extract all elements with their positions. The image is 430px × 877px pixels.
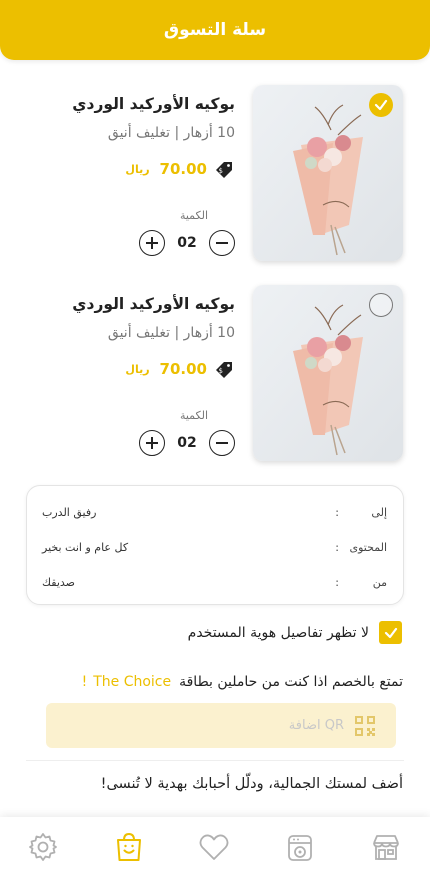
separator: :	[335, 506, 339, 519]
separator: :	[335, 576, 339, 589]
gift-card-label: من	[372, 576, 387, 589]
product-subtitle: 10 أزهار | تغليف أنيق	[107, 325, 235, 341]
item-select-checkbox[interactable]	[369, 93, 393, 117]
gift-card-row-content: المحتوى : كل عام و انت بخير	[27, 541, 403, 561]
product-title: بوكيه الأوركيد الوردي	[72, 95, 235, 113]
currency-label: ريال	[125, 162, 150, 176]
store-icon	[373, 835, 399, 860]
promo-brand: The Choice	[93, 674, 172, 690]
promo-exclamation: !	[81, 674, 88, 690]
price-row: $ 70.00 ريال	[125, 359, 235, 379]
quantity-label: الكمية	[179, 409, 208, 422]
gear-icon	[29, 833, 57, 861]
discount-promo: تمتع بالخصم اذا كنت من حاملين بطاقة The C…	[82, 674, 403, 690]
quantity-label: الكمية	[179, 209, 208, 222]
product-title: بوكيه الأوركيد الوردي	[72, 295, 235, 313]
gift-card-row-to: إلى : رفيق الدرب	[27, 506, 403, 526]
nav-cart[interactable]	[113, 831, 145, 863]
gift-card-value: صديقك	[42, 576, 76, 589]
hide-identity-label: لا تظهر تفاصيل هوية المستخدم	[187, 624, 369, 641]
separator: :	[335, 541, 339, 554]
quantity-value: 02	[177, 235, 197, 251]
product-price: 70.00	[159, 160, 207, 178]
app-header: سلة التسوق	[0, 0, 430, 60]
product-image[interactable]	[253, 285, 403, 461]
decrease-quantity-button[interactable]	[209, 430, 235, 456]
increase-quantity-button[interactable]	[139, 230, 165, 256]
gift-card-value: كل عام و انت بخير	[42, 541, 129, 554]
qr-placeholder: اضافة QR	[288, 718, 344, 733]
add-qr-field[interactable]: اضافة QR	[46, 703, 396, 748]
product-image[interactable]	[253, 85, 403, 261]
gift-card-label: إلى	[371, 506, 387, 519]
svg-text:$: $	[219, 367, 223, 375]
gift-card-details[interactable]: إلى : رفيق الدرب المحتوى : كل عام و انت …	[26, 485, 404, 605]
item-select-checkbox[interactable]	[369, 293, 393, 317]
heart-icon	[199, 834, 229, 860]
svg-text:$: $	[219, 167, 223, 175]
increase-quantity-button[interactable]	[139, 430, 165, 456]
product-subtitle: 10 أزهار | تغليف أنيق	[107, 125, 235, 141]
currency-label: ريال	[125, 362, 150, 376]
cart-item: بوكيه الأوركيد الوردي 10 أزهار | تغليف أ…	[0, 285, 430, 461]
price-tag-icon: $	[216, 162, 232, 178]
product-price: 70.00	[159, 360, 207, 378]
gift-message: أضف لمستك الجمالية، ودلّل أحبابك بهدية ل…	[100, 776, 403, 792]
price-tag-icon: $	[216, 362, 232, 378]
quantity-stepper: 02	[139, 230, 235, 256]
quantity-value: 02	[177, 435, 197, 451]
orders-icon	[288, 835, 312, 861]
hide-identity-option[interactable]: لا تظهر تفاصيل هوية المستخدم	[188, 621, 402, 644]
nav-orders[interactable]	[284, 831, 316, 863]
page-title: سلة التسوق	[163, 20, 267, 40]
product-info: بوكيه الأوركيد الوردي 10 أزهار | تغليف أ…	[55, 285, 235, 341]
promo-text: تمتع بالخصم اذا كنت من حاملين بطاقة	[179, 674, 403, 690]
product-info: بوكيه الأوركيد الوردي 10 أزهار | تغليف أ…	[55, 85, 235, 141]
qr-code-icon	[355, 716, 375, 736]
nav-settings[interactable]	[27, 831, 59, 863]
shopping-bag-icon	[117, 832, 141, 861]
nav-favorites[interactable]	[198, 831, 230, 863]
gift-card-value: رفيق الدرب	[42, 506, 97, 519]
decrease-quantity-button[interactable]	[209, 230, 235, 256]
gift-card-row-from: من : صديقك	[27, 576, 403, 596]
bottom-navigation	[0, 817, 430, 877]
nav-store[interactable]	[370, 831, 402, 863]
price-row: $ 70.00 ريال	[125, 159, 235, 179]
cart-item: بوكيه الأوركيد الوردي 10 أزهار | تغليف أ…	[0, 85, 430, 261]
hide-identity-checkbox[interactable]	[379, 621, 402, 644]
quantity-stepper: 02	[139, 430, 235, 456]
divider	[26, 760, 404, 761]
gift-card-label: المحتوى	[349, 541, 387, 554]
